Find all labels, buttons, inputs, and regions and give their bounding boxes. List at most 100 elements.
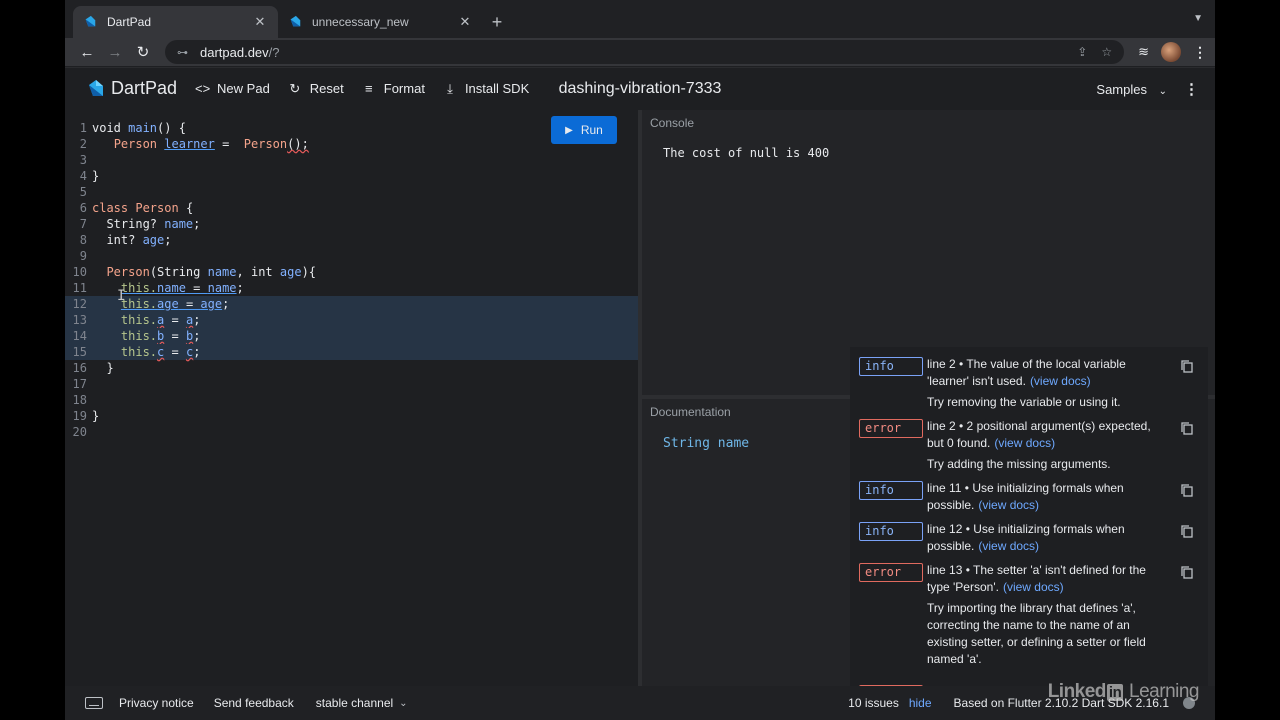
line-number: 4 bbox=[79, 169, 87, 183]
send-feedback-link[interactable]: Send feedback bbox=[214, 696, 294, 710]
bookmark-star-icon[interactable]: ☆ bbox=[1101, 45, 1112, 59]
dart-favicon-icon bbox=[290, 15, 301, 27]
line-number: 7 bbox=[79, 217, 87, 231]
tab-unnecessary-new[interactable]: unnecessary_new ✕ bbox=[278, 6, 483, 38]
chevron-down-icon[interactable]: ▼ bbox=[1193, 13, 1203, 24]
view-docs-link[interactable]: (view docs) bbox=[994, 436, 1055, 450]
code-token: , int bbox=[236, 265, 280, 279]
code-line: 18 bbox=[65, 392, 638, 408]
documentation-content: String name bbox=[663, 436, 750, 451]
url-path: /? bbox=[268, 44, 280, 60]
code-line: 7 String? name; bbox=[65, 216, 638, 232]
line-number: 18 bbox=[72, 393, 87, 407]
copy-icon[interactable] bbox=[1181, 360, 1193, 373]
issue-fix: Try importing the library that defines '… bbox=[927, 601, 1146, 666]
dart-logo-icon bbox=[89, 79, 103, 96]
code-line: 4} bbox=[65, 168, 638, 184]
share-icon[interactable]: ⇪ bbox=[1077, 45, 1087, 59]
line-number: 10 bbox=[72, 265, 87, 279]
code-token: Person bbox=[135, 201, 179, 215]
issue-message: line 11 • Use initializing formals when … bbox=[927, 480, 1163, 514]
download-icon: ⤓ bbox=[447, 80, 453, 96]
code-token: name bbox=[164, 217, 194, 231]
dartpad-logo[interactable]: DartPad bbox=[85, 78, 177, 99]
issue-badge: info bbox=[859, 481, 923, 500]
samples-dropdown[interactable]: Samples ⌄ bbox=[1096, 82, 1167, 97]
hide-issues-link[interactable]: hide bbox=[909, 696, 932, 710]
line-number: 12 bbox=[72, 297, 87, 311]
code-token: String? bbox=[106, 217, 165, 231]
site-info-icon[interactable]: ⊶ bbox=[177, 46, 188, 59]
chevron-down-icon[interactable]: ⌄ bbox=[399, 698, 407, 709]
code-token: int? bbox=[106, 233, 143, 247]
line-number: 15 bbox=[72, 345, 87, 359]
code-editor[interactable]: 1 void main() { 2 Person learner = Person… bbox=[65, 110, 638, 686]
view-docs-link[interactable]: (view docs) bbox=[978, 539, 1039, 553]
code-token: age bbox=[142, 233, 165, 247]
watermark-logo: in bbox=[1106, 684, 1124, 701]
install-sdk-button[interactable]: ⤓ Install SDK bbox=[443, 81, 529, 97]
play-icon: ▶ bbox=[565, 124, 573, 136]
forward-icon[interactable]: → bbox=[101, 44, 129, 61]
issue-fix: Try removing the variable or using it. bbox=[927, 395, 1121, 409]
close-tab-icon[interactable]: ✕ bbox=[457, 14, 473, 30]
keyboard-icon[interactable] bbox=[85, 697, 103, 709]
code-line: 8 int? age; bbox=[65, 232, 638, 248]
line-number: 8 bbox=[79, 233, 87, 247]
url-host: dartpad.dev bbox=[200, 44, 269, 60]
profile-avatar[interactable] bbox=[1161, 42, 1181, 62]
more-options-icon[interactable]: ⋮ bbox=[1184, 80, 1199, 98]
console-output: The cost of null is 400 bbox=[663, 146, 830, 160]
browser-menu-icon[interactable]: ⋮ bbox=[1193, 44, 1207, 61]
line-number: 14 bbox=[72, 329, 87, 343]
view-docs-link[interactable]: (view docs) bbox=[1003, 580, 1064, 594]
code-token: this. bbox=[120, 281, 158, 295]
copy-icon[interactable] bbox=[1181, 422, 1193, 435]
watermark-text: Learning bbox=[1124, 681, 1199, 702]
close-tab-icon[interactable]: ✕ bbox=[252, 14, 268, 30]
new-pad-button[interactable]: <> New Pad bbox=[195, 81, 270, 96]
reset-button[interactable]: ↻ Reset bbox=[288, 81, 343, 97]
watermark-text: Linked bbox=[1047, 681, 1107, 702]
code-line: 14 this.b = b; bbox=[65, 328, 638, 344]
privacy-notice-link[interactable]: Privacy notice bbox=[119, 696, 194, 710]
view-docs-link[interactable]: (view docs) bbox=[978, 498, 1039, 512]
format-align-icon: ≡ bbox=[364, 81, 373, 96]
format-button[interactable]: ≡ Format bbox=[362, 81, 425, 96]
code-token: name bbox=[207, 265, 237, 279]
line-number: 11 bbox=[72, 281, 87, 295]
tab-title: DartPad bbox=[107, 15, 152, 29]
code-token: = bbox=[214, 137, 244, 151]
code-line: 13 this.a = a; bbox=[65, 312, 638, 328]
reload-icon[interactable]: ↻ bbox=[129, 43, 157, 61]
run-label: Run bbox=[580, 123, 603, 137]
copy-icon[interactable] bbox=[1181, 566, 1193, 579]
new-tab-icon[interactable]: + bbox=[483, 6, 511, 38]
issue-text: line 2 • The value of the local variable… bbox=[927, 357, 1126, 388]
view-docs-link[interactable]: (view docs) bbox=[1030, 374, 1091, 388]
code-token: ; bbox=[193, 313, 201, 327]
issue-badge: error bbox=[859, 419, 923, 438]
pad-name[interactable]: dashing-vibration-7333 bbox=[559, 80, 722, 97]
tab-dartpad[interactable]: DartPad ✕ bbox=[73, 6, 278, 38]
issue-fix: Try adding the missing arguments. bbox=[927, 457, 1111, 471]
status-footer: Privacy notice Send feedback stable chan… bbox=[65, 686, 1215, 720]
address-bar[interactable]: ⊶ dartpad.dev/? ⇪ ☆ bbox=[165, 40, 1125, 64]
extensions-icon[interactable]: ≋ bbox=[1138, 44, 1149, 60]
code-token: this. bbox=[120, 313, 158, 327]
code-line: 16 } bbox=[65, 360, 638, 376]
browser-toolbar: ← → ↻ ⊶ dartpad.dev/? ⇪ ☆ ≋ ⋮ bbox=[65, 38, 1215, 66]
dartpad-header: DartPad <> New Pad ↻ Reset ≡ Format ⤓ In… bbox=[65, 67, 1215, 109]
linkedin-learning-watermark: Linked in Learning bbox=[1047, 681, 1200, 703]
run-button[interactable]: ▶ Run bbox=[551, 116, 617, 144]
code-token: ; bbox=[193, 329, 201, 343]
copy-icon[interactable] bbox=[1181, 525, 1193, 538]
copy-icon[interactable] bbox=[1181, 484, 1193, 497]
documentation-label: Documentation bbox=[650, 405, 731, 419]
tab-strip: DartPad ✕ unnecessary_new ✕ + ▼ bbox=[65, 0, 1215, 38]
code-token: } bbox=[92, 409, 100, 423]
channel-selector[interactable]: stable channel bbox=[316, 696, 393, 710]
code-line: 5 bbox=[65, 184, 638, 200]
code-line: 9 bbox=[65, 248, 638, 264]
back-icon[interactable]: ← bbox=[73, 44, 101, 61]
